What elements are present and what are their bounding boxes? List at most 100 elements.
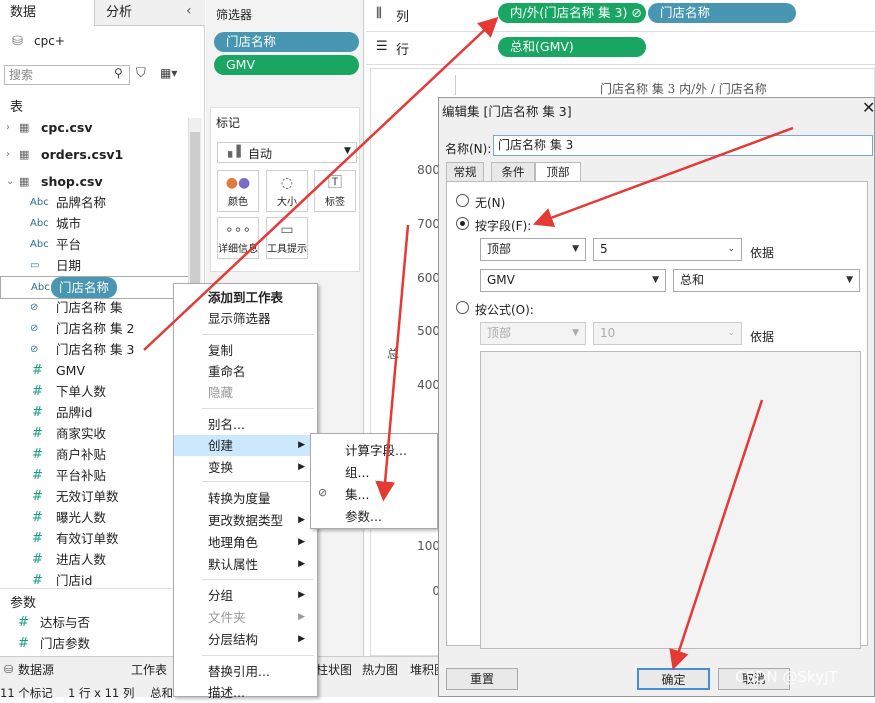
menu-group[interactable]: 组... [311,462,437,484]
y-axis-tick: 600 [417,271,440,285]
detail-button[interactable]: ∘∘∘ 详细信息 [217,217,259,259]
menu-describe[interactable]: 描述... [174,682,317,703]
menu-create[interactable]: 创建 ▶ [174,435,317,456]
top-select[interactable]: 顶部 ▼ [480,238,586,261]
field-item[interactable]: # 商户补贴 [0,444,190,465]
datasource-name[interactable]: cpc+ [0,28,205,58]
radio-by-field[interactable] [456,217,469,230]
tab-condition[interactable]: 条件 [491,162,535,182]
reset-button[interactable]: 重置 [446,668,518,690]
collapse-icon[interactable]: ‹ [186,3,192,19]
menu-replace-references[interactable]: 替换引用... [174,661,317,682]
search-icon[interactable]: ⚲ [114,66,123,80]
field-item[interactable]: ⊘ 门店名称 集 3 [0,339,190,360]
filter-pill[interactable]: GMV [214,55,359,75]
measure-icon: # [32,468,43,483]
menu-transform[interactable]: 变换 ▶ [174,457,317,478]
param-item[interactable]: # 达标与否 [0,612,190,633]
rows-pill-gmv[interactable]: 总和(GMV) [498,37,646,57]
sheet-tab[interactable]: 堆积图 [410,660,438,680]
menu-rename[interactable]: 重命名 [174,361,317,382]
sheet-tab[interactable]: 柱状图 [316,660,352,680]
field-item[interactable]: # 品牌id [0,402,190,423]
ok-button[interactable]: 确定 [637,668,710,690]
tab-worksheet[interactable]: 工作表 [131,660,167,680]
divider [455,75,456,95]
view-options-icon[interactable]: ▦▾ [160,66,177,80]
field-item[interactable]: Abc 门店名称 [0,276,190,299]
menu-calculated-field[interactable]: 计算字段... [311,440,437,462]
tab-data[interactable]: 数据 [0,0,95,26]
field-item[interactable]: # 曝光人数 [0,507,190,528]
table-cpc[interactable]: › ▦ cpc.csv [0,117,190,138]
tooltip-button[interactable]: ▭ 工具提示 [266,217,308,259]
menu-default-properties[interactable]: 默认属性 ▶ [174,554,317,575]
tab-analysis[interactable]: 分析 [96,0,176,26]
measure-icon: # [32,405,43,420]
mark-type-select[interactable]: ▖▌ 自动 ▼ [217,142,357,163]
tab-top[interactable]: 顶部 [535,162,581,183]
color-button[interactable]: ●● 颜色 [217,170,259,212]
field-item[interactable]: # 有效订单数 [0,528,190,549]
field-item[interactable]: ⊘ 门店名称 集 2 [0,318,190,339]
table-icon: ▦ [19,175,30,188]
field-item[interactable]: # 无效订单数 [0,486,190,507]
name-field[interactable]: 门店名称 集 3 [493,135,873,156]
menu-parameter[interactable]: 参数... [311,506,437,528]
columns-icon: ⫼ [376,6,382,21]
field-item[interactable]: ⊘ 门店名称 集 [0,297,190,318]
search-input[interactable]: 搜索 [4,65,130,85]
menu-geographic-role[interactable]: 地理角色 ▶ [174,532,317,553]
param-item[interactable]: # 门店参数 [0,633,190,654]
menu-add-to-sheet[interactable]: 添加到工作表 [174,287,317,308]
field-select[interactable]: GMV ▼ [480,269,666,292]
columns-pill-store[interactable]: 门店名称 [648,3,796,23]
field-item[interactable]: Abc 平台 [0,234,190,255]
field-item[interactable]: # 平台补贴 [0,465,190,486]
status-sum: 总和 [150,686,173,700]
menu-group[interactable]: 分组 ▶ [174,585,317,606]
filter-pill[interactable]: 门店名称 [214,32,359,52]
date-icon: ▭ [30,260,40,271]
menu-change-data-type[interactable]: 更改数据类型 ▶ [174,510,317,531]
sheet-tab[interactable]: 热力图 [362,660,398,680]
expand-icon[interactable]: › [6,144,10,165]
field-item[interactable]: # GMV [0,360,190,381]
tables-header: 表 [10,100,24,115]
set-icon: ⊘ [631,5,642,20]
y-axis-tick: 0 [432,584,440,598]
collapse-icon[interactable]: ⌄ [6,171,14,192]
table-orders[interactable]: › ▦ orders.csv1 [0,144,190,165]
label-button[interactable]: 🅃 标签 [314,170,356,212]
field-item[interactable]: # 商家实收 [0,423,190,444]
radio-none[interactable] [456,194,469,207]
menu-duplicate[interactable]: 复制 [174,340,317,361]
measure-icon: # [32,447,43,462]
y-axis-title: 总 [387,347,400,361]
field-item[interactable]: ▭ 日期 [0,255,190,276]
menu-convert-to-measure[interactable]: 转换为度量 [174,488,317,509]
rows-icon: ☰ [376,39,388,54]
columns-pill-set[interactable]: 内/外(门店名称 集 3) ⊘ [498,3,646,23]
field-item[interactable]: Abc 城市 [0,213,190,234]
view-header: 门店名称 集 3 内/外 / 门店名称 [600,82,767,96]
filter-icon[interactable]: ⛉ [136,66,146,81]
aggregation-select[interactable]: 总和 ▼ [673,269,860,292]
menu-show-filter[interactable]: 显示筛选器 [174,308,317,329]
menu-hierarchy[interactable]: 分层结构 ▶ [174,629,317,650]
tab-general[interactable]: 常规 [446,162,484,182]
size-button[interactable]: ◌ 大小 [266,170,308,212]
field-item[interactable]: # 进店人数 [0,549,190,570]
close-icon[interactable]: ✕ [862,98,875,117]
radio-by-formula[interactable] [456,301,469,314]
menu-aliases[interactable]: 别名... [174,414,317,435]
menu-set[interactable]: 集... [311,484,437,506]
count-select[interactable]: 5 ⌄ [593,238,742,261]
field-item[interactable]: Abc 品牌名称 [0,192,190,213]
expand-icon[interactable]: › [6,117,10,138]
field-item[interactable]: # 下单人数 [0,381,190,402]
table-shop[interactable]: ⌄ ▦ shop.csv [0,171,190,192]
y-axis-tick: 100 [417,539,440,553]
y-axis-tick: 400 [417,378,440,392]
tab-datasource[interactable]: 数据源 [18,660,54,680]
